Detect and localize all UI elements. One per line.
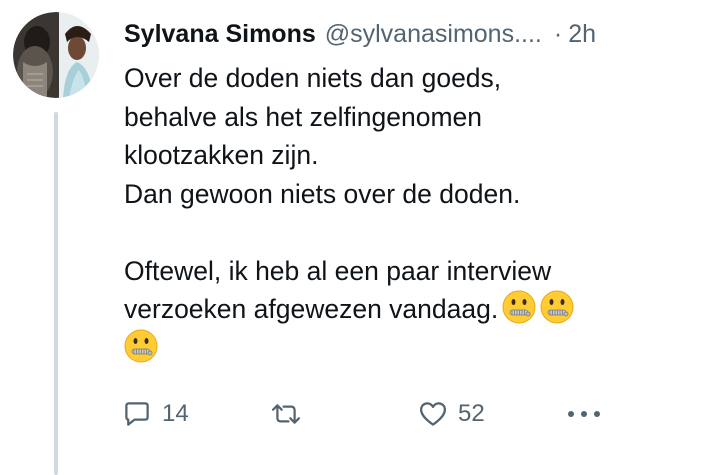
heart-icon xyxy=(418,399,448,429)
action-bar: 14 52 xyxy=(122,393,612,435)
tweet-line-blank xyxy=(124,213,704,252)
reply-count: 14 xyxy=(162,400,189,427)
separator-dot: · xyxy=(553,19,563,48)
tweet-line: behalve als het zelfingenomen xyxy=(124,101,482,132)
more-button[interactable] xyxy=(566,393,602,435)
author-name[interactable]: Sylvana Simons xyxy=(124,20,316,49)
tweet[interactable]: Sylvana Simons @sylvanasimons.... · 2h O… xyxy=(0,0,723,475)
more-icon xyxy=(566,399,602,429)
tweet-line: Over de doden niets dan goeds, xyxy=(124,63,502,93)
like-count: 52 xyxy=(458,400,485,427)
thread-line xyxy=(54,112,58,475)
retweet-button[interactable] xyxy=(270,393,312,435)
zipper-mouth-face-icon xyxy=(540,290,574,324)
tweet-line: Oftewel, ik heb al een paar interview xyxy=(124,255,552,286)
zipper-mouth-face-icon xyxy=(502,290,536,324)
tweet-line-with-emoji: verzoeken afgewezen vandaag. xyxy=(124,290,704,329)
reply-icon xyxy=(122,399,152,429)
tweet-line: klootzakken zijn. xyxy=(124,140,319,170)
emoji-line xyxy=(124,329,704,368)
timestamp[interactable]: 2h xyxy=(568,20,596,49)
reply-button[interactable]: 14 xyxy=(122,393,189,435)
zipper-mouth-face-icon xyxy=(124,329,158,363)
tweet-header: Sylvana Simons @sylvanasimons.... · 2h xyxy=(124,14,714,54)
avatar[interactable] xyxy=(13,12,99,98)
retweet-icon xyxy=(270,399,302,429)
like-button[interactable]: 52 xyxy=(418,393,485,435)
author-handle[interactable]: @sylvanasimons.... xyxy=(325,20,542,49)
tweet-line: Dan gewoon niets over de doden. xyxy=(124,178,521,209)
tweet-body: Over de doden niets dan goeds, behalve a… xyxy=(124,59,704,367)
tweet-line-text: verzoeken afgewezen vandaag. xyxy=(124,294,499,324)
